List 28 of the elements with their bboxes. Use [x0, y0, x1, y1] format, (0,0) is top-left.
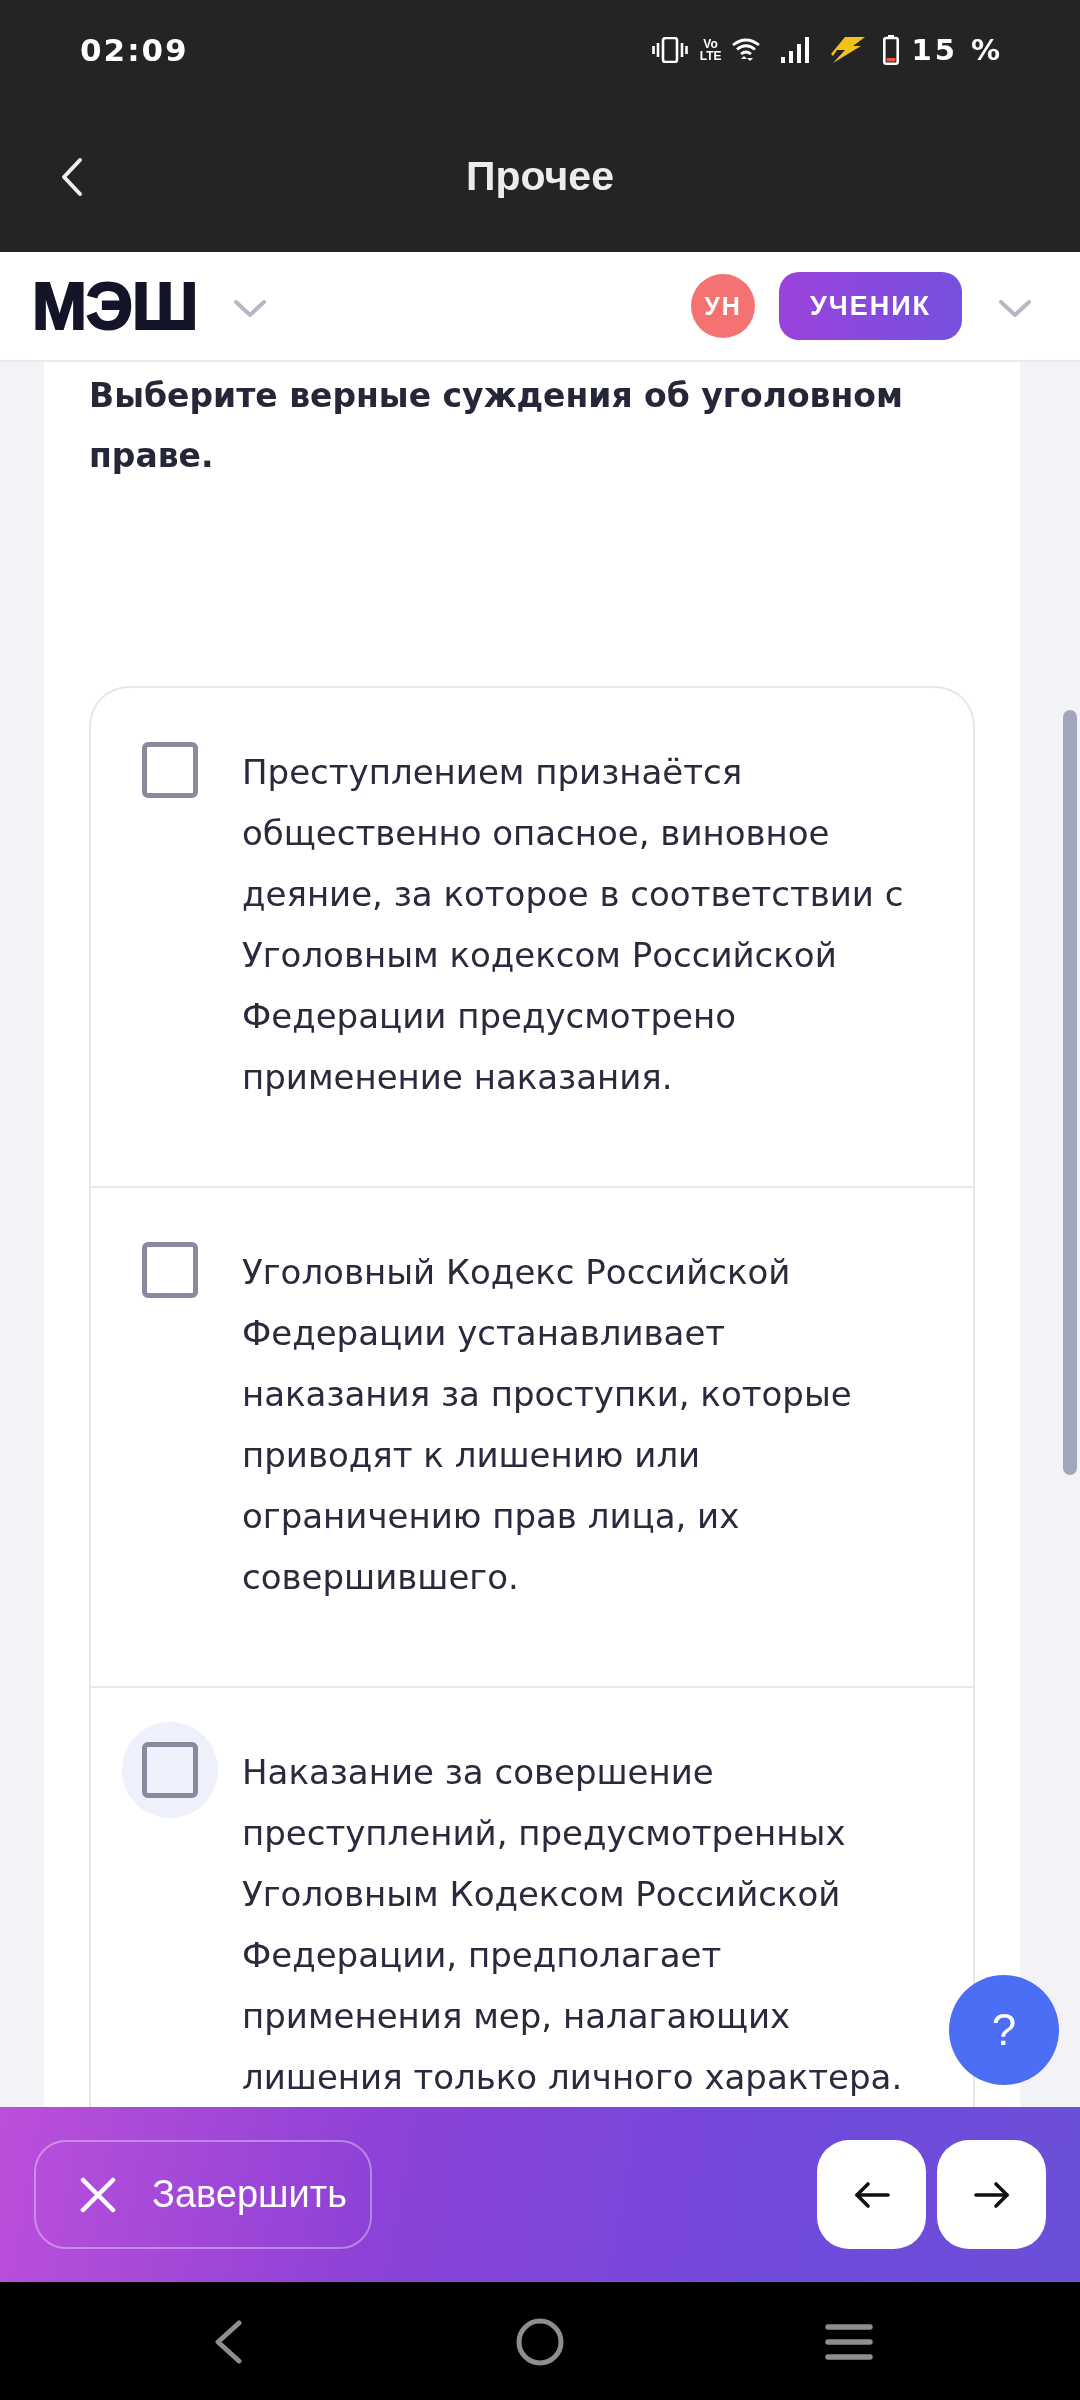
back-icon[interactable] — [213, 2320, 243, 2364]
checkbox[interactable] — [142, 742, 198, 798]
option-text: Уголовный Кодекс Российской Федерации устанавливает наказания за проступки, которые приводят к лишению или ограничению прав лица, их совершившего. — [242, 1251, 853, 1599]
role-badge: УЧЕНИК — [779, 272, 962, 340]
next-button[interactable] — [937, 2140, 1046, 2249]
battery-icon — [883, 35, 900, 65]
finish-button[interactable]: Завершить — [34, 2140, 372, 2249]
arrow-left-icon — [852, 2180, 891, 2209]
status-time: 02:09 — [80, 32, 189, 68]
option-text: Наказание за совершение преступлений, предусмотренных Уголовным Кодексом Российской Федерации, предполагает применения мер, налагающих лишения только личного характера. — [242, 1751, 904, 2099]
option-text: Преступлением признаётся общественно опасное, виновное деяние, за которое в соответствии с Уголовным кодексом Российской Федерации предусмотрено применение наказания. — [242, 751, 905, 1099]
scrollbar-thumb[interactable] — [1063, 710, 1077, 1475]
menu-icon[interactable] — [825, 2323, 873, 2361]
page-title: Прочее — [466, 152, 614, 200]
question-prompt: Выберите верные суждения об уголовном праве. — [89, 375, 904, 477]
close-icon — [80, 2176, 116, 2213]
logo[interactable]: МЭШ — [32, 273, 198, 339]
arrow-right-icon — [972, 2180, 1011, 2209]
user-avatar[interactable]: УН — [691, 274, 755, 338]
wifi-icon — [731, 37, 762, 63]
home-icon[interactable] — [516, 2318, 564, 2366]
signal-icon — [781, 37, 810, 63]
checkbox[interactable] — [142, 1242, 198, 1298]
volte-label: Vo LTE — [699, 38, 722, 62]
battery-percent: 15 % — [911, 33, 1003, 67]
previous-button[interactable] — [817, 2140, 926, 2249]
vibrate-icon — [651, 37, 688, 63]
lightning-icon — [831, 37, 866, 63]
